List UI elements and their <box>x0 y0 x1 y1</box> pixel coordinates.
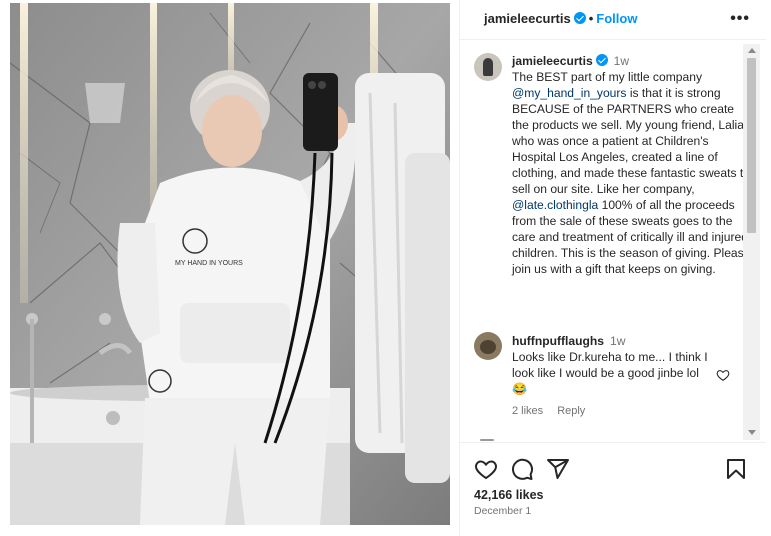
caption-mention-2[interactable]: @late.clothingla <box>512 198 598 212</box>
verified-badge-icon <box>595 54 608 66</box>
author-username[interactable]: jamieleecurtis <box>484 11 571 26</box>
scroll-down-arrow-icon[interactable] <box>748 430 756 435</box>
comments-scrollbar[interactable] <box>743 44 760 440</box>
author-avatar[interactable] <box>474 53 502 81</box>
verified-badge-icon <box>573 12 586 24</box>
post-sidebar: jamieleecurtis • Follow ••• jamieleecurtis… <box>459 0 766 536</box>
more-options-icon[interactable]: ••• <box>730 10 750 28</box>
caption-mention-1[interactable]: @my_hand_in_yours <box>512 86 626 100</box>
scroll-up-arrow-icon[interactable] <box>748 48 756 53</box>
post-header: jamieleecurtis • Follow ••• <box>460 0 766 40</box>
mirror-selfie-image: MY HAND IN YOURS <box>10 3 450 525</box>
commenter-avatar[interactable] <box>474 332 502 360</box>
comments-section[interactable]: jamieleecurtis 1w The BEST part of my lit… <box>460 41 766 441</box>
comment-text: Looks like Dr.kureha to me... I think I … <box>512 350 708 396</box>
comment-meta: 2 likes Reply <box>512 405 599 417</box>
post-actions: 42,166 likes December 1 <box>460 442 766 536</box>
instagram-post: MY HAND IN YOURS jamieleecurtis • Follow •… <box>0 0 771 536</box>
likes-count[interactable]: 42,166 likes <box>474 488 544 502</box>
comment-icon[interactable] <box>510 457 534 481</box>
post-photo[interactable]: MY HAND IN YOURS <box>10 3 450 525</box>
share-icon[interactable] <box>546 457 570 481</box>
scrollbar-thumb[interactable] <box>747 58 756 233</box>
next-comment-avatar <box>480 439 494 441</box>
caption-age[interactable]: 1w <box>614 54 629 68</box>
post-caption: jamieleecurtis 1w The BEST part of my lit… <box>512 53 752 277</box>
caption-text-1: The BEST part of my little company <box>512 70 702 84</box>
comment-like-heart-icon[interactable] <box>716 368 730 382</box>
comment-age[interactable]: 1w <box>610 334 625 348</box>
author-username-line: jamieleecurtis • Follow <box>484 11 637 26</box>
caption-username[interactable]: jamieleecurtis <box>512 54 593 68</box>
comment-likes-count[interactable]: 2 likes <box>512 405 543 417</box>
caption-text-2: is that it is strong BECAUSE of the PART… <box>512 86 750 196</box>
heart-icon[interactable] <box>474 457 498 481</box>
post-date[interactable]: December 1 <box>474 505 531 517</box>
follow-button[interactable]: Follow <box>596 11 637 26</box>
bookmark-icon[interactable] <box>724 457 748 481</box>
separator-dot: • <box>588 11 594 26</box>
comment-username[interactable]: huffnpufflaughs <box>512 334 604 348</box>
reply-button[interactable]: Reply <box>557 405 585 417</box>
comment: huffnpufflaughs 1w Looks like Dr.kureha t… <box>512 333 717 397</box>
hoodie-print-text: MY HAND IN YOURS <box>175 260 243 267</box>
